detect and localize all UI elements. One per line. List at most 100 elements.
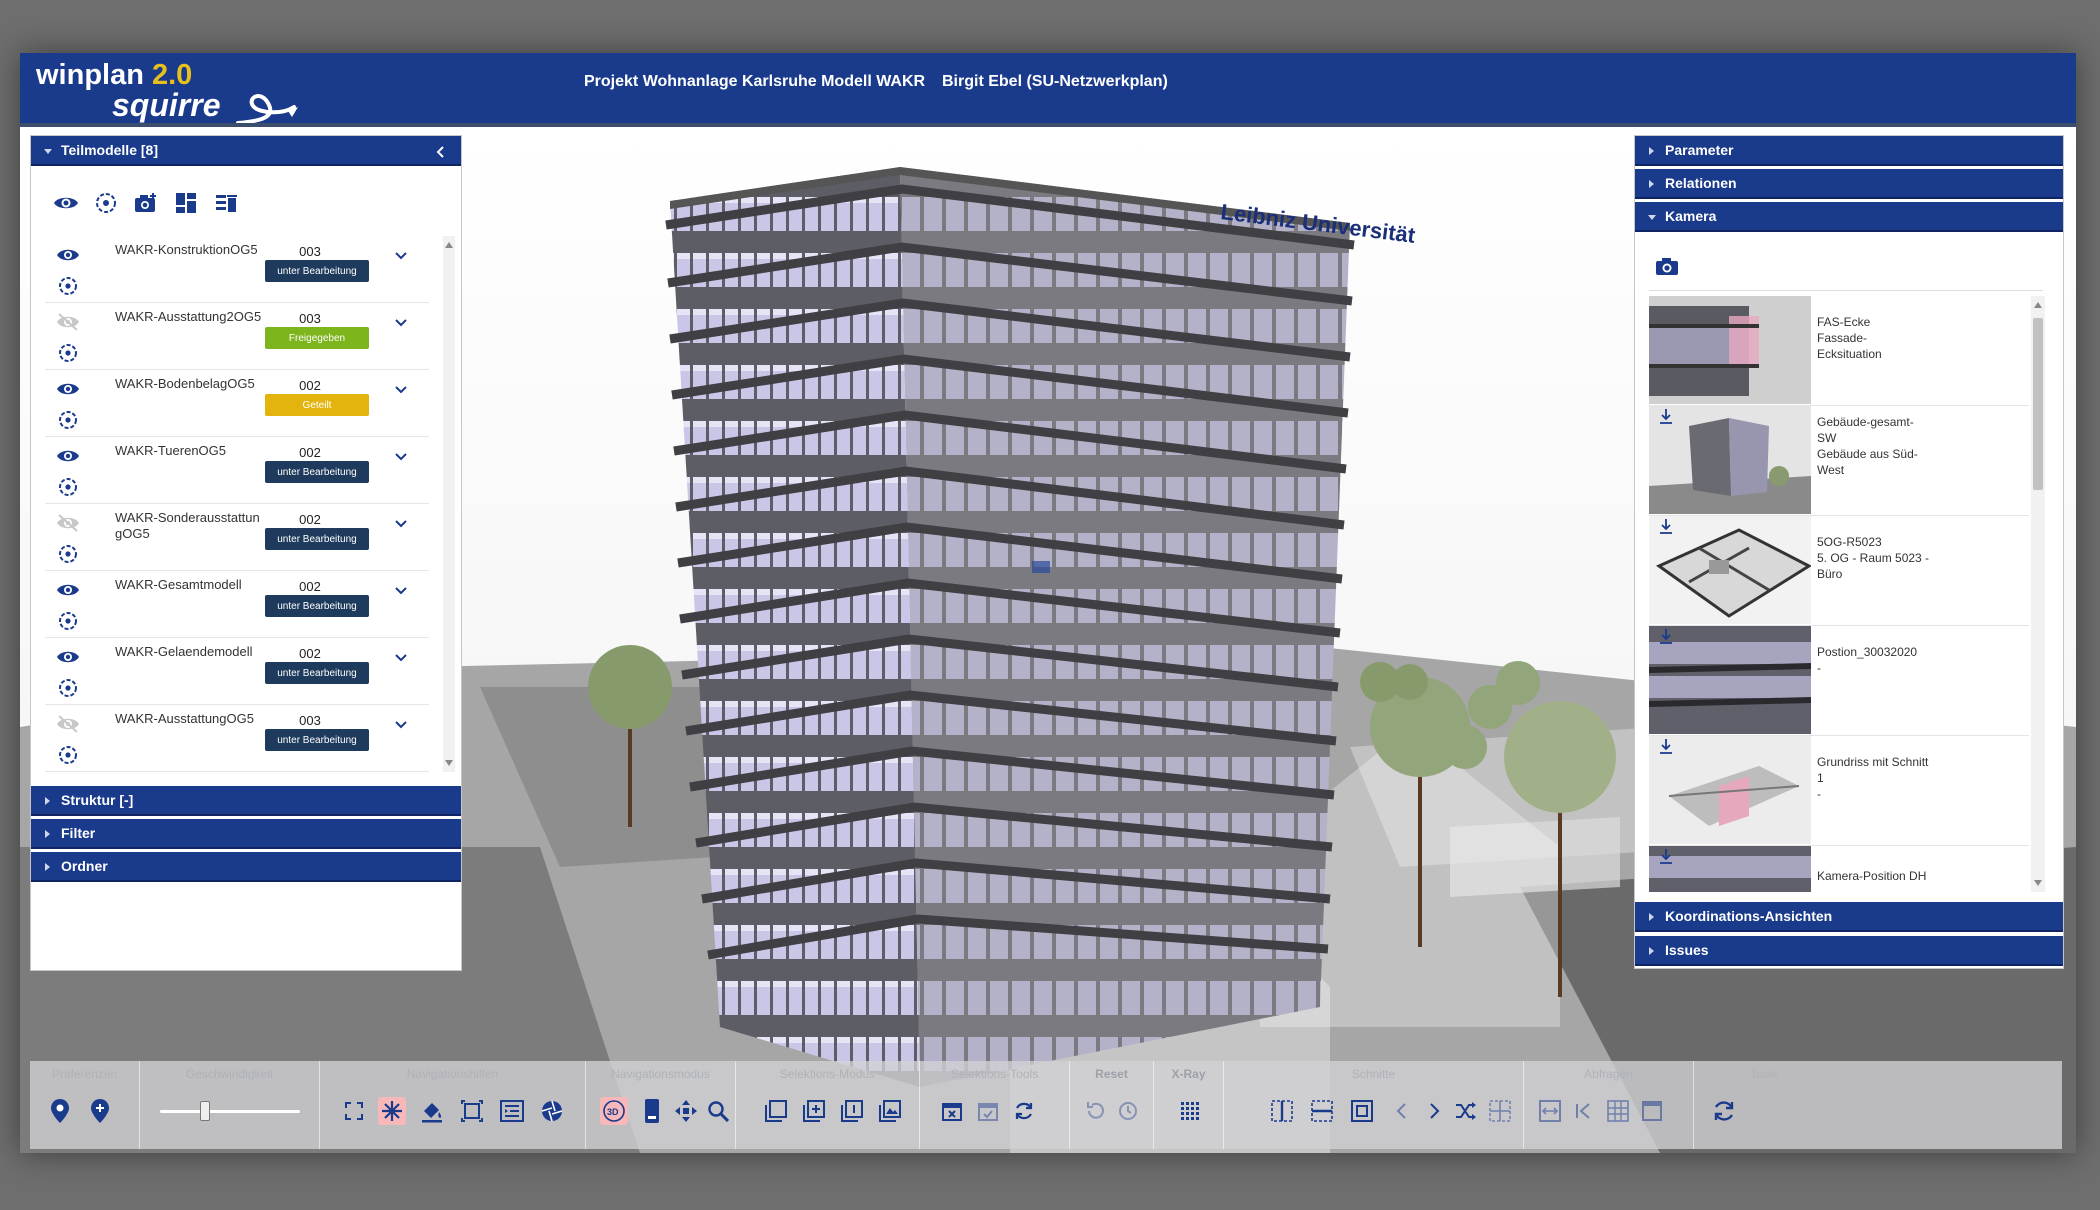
scroll-down-arrow[interactable]: [445, 760, 453, 766]
orbit-3d-icon[interactable]: 3D: [600, 1097, 628, 1125]
target-icon[interactable]: [53, 542, 83, 566]
chevron-down-icon[interactable]: [393, 449, 409, 465]
indent-list-icon[interactable]: [498, 1097, 526, 1125]
camera-thumbnail[interactable]: [1649, 846, 1811, 892]
model-row[interactable]: WAKR-Gelaendemodell 002 unter Bearbeitun…: [45, 638, 429, 705]
camera-position-item[interactable]: Kamera-Position DH: [1649, 846, 2029, 892]
shuffle-icon[interactable]: [1452, 1097, 1480, 1125]
target-icon[interactable]: [53, 408, 83, 432]
layout-icon[interactable]: [171, 188, 201, 218]
speed-slider-track[interactable]: [160, 1110, 300, 1113]
focus-frame-icon[interactable]: [458, 1097, 486, 1125]
download-icon[interactable]: [1659, 408, 1673, 424]
show-all-eye-icon[interactable]: [51, 188, 81, 218]
model-row[interactable]: WAKR-BodenbelagOG5 002 Geteilt: [45, 370, 429, 437]
reset-rotation-icon[interactable]: [1082, 1097, 1110, 1125]
camera-position-item[interactable]: Gebäude-gesamt- SW Gebäude aus Süd- West: [1649, 406, 2029, 516]
section-filter[interactable]: Filter: [31, 819, 461, 849]
teilmodelle-scrollbar[interactable]: [443, 236, 455, 772]
select-image-icon[interactable]: [876, 1097, 904, 1125]
chevron-right-icon[interactable]: [1420, 1097, 1448, 1125]
target-icon[interactable]: [53, 676, 83, 700]
measure-grid-icon[interactable]: [1604, 1097, 1632, 1125]
measure-frame-icon[interactable]: [1638, 1097, 1666, 1125]
refresh-icon[interactable]: [1010, 1097, 1038, 1125]
download-icon[interactable]: [1659, 738, 1673, 754]
model-row[interactable]: WAKR-TuerenOG5 002 unter Bearbeitung: [45, 437, 429, 504]
camera-positions-list[interactable]: FAS-Ecke Fassade- Ecksituation Gebäude-g…: [1649, 296, 2039, 892]
target-icon[interactable]: [53, 743, 83, 767]
calendar-check-icon[interactable]: [974, 1097, 1002, 1125]
map-pin-icon[interactable]: [46, 1097, 74, 1125]
download-icon[interactable]: [1659, 518, 1673, 534]
eye-icon[interactable]: [53, 445, 83, 467]
chevron-down-icon[interactable]: [393, 248, 409, 264]
speed-slider-thumb[interactable]: [200, 1101, 210, 1121]
model-row[interactable]: WAKR-AusstattungOG5 003 unter Bearbeitun…: [45, 705, 429, 772]
pan-arrows-icon[interactable]: [672, 1097, 700, 1125]
chevron-down-icon[interactable]: [393, 516, 409, 532]
scroll-thumb[interactable]: [2033, 318, 2043, 490]
camera-position-item[interactable]: Postion_30032020 -: [1649, 626, 2029, 736]
section-struktur[interactable]: Struktur [-]: [31, 786, 461, 816]
walk-device-icon[interactable]: [638, 1097, 666, 1125]
chevron-left-icon[interactable]: [435, 146, 445, 158]
teilmodelle-list[interactable]: WAKR-KonstruktionOG5 003 unter Bearbeitu…: [45, 236, 443, 772]
model-row[interactable]: WAKR-Ausstattung2OG5 003 Freigegeben: [45, 303, 429, 370]
zoom-search-icon[interactable]: [704, 1097, 732, 1125]
camera-thumbnail[interactable]: [1649, 626, 1811, 734]
measure-area-icon[interactable]: [1536, 1097, 1564, 1125]
section-parameter[interactable]: Parameter: [1635, 136, 2063, 166]
eye-hidden-icon[interactable]: [53, 512, 83, 534]
camera-thumbnail[interactable]: [1649, 736, 1811, 844]
chevron-down-icon[interactable]: [393, 583, 409, 599]
target-icon[interactable]: [53, 341, 83, 365]
camera-thumbnail[interactable]: [1649, 296, 1811, 404]
section-box-icon[interactable]: [1348, 1097, 1376, 1125]
target-icon[interactable]: [53, 475, 83, 499]
teilmodelle-header[interactable]: Teilmodelle [8]: [31, 136, 461, 166]
calendar-x-icon[interactable]: [938, 1097, 966, 1125]
section-kamera[interactable]: Kamera: [1635, 202, 2063, 232]
chevron-down-icon[interactable]: [393, 717, 409, 733]
eye-hidden-icon[interactable]: [53, 311, 83, 333]
eye-icon[interactable]: [53, 244, 83, 266]
camera-position-item[interactable]: FAS-Ecke Fassade- Ecksituation: [1649, 296, 2029, 406]
chevron-left-icon[interactable]: [1388, 1097, 1416, 1125]
fit-view-icon[interactable]: [340, 1097, 368, 1125]
model-row[interactable]: WAKR-SonderausstattungOG5 002 unter Bear…: [45, 504, 429, 571]
camera-position-item[interactable]: 5OG-R5023 5. OG - Raum 5023 - Büro: [1649, 516, 2029, 626]
download-icon[interactable]: [1659, 628, 1673, 644]
eye-icon[interactable]: [53, 646, 83, 668]
eye-hidden-icon[interactable]: [53, 713, 83, 735]
target-icon[interactable]: [91, 188, 121, 218]
x-ray-grid-icon[interactable]: [1176, 1097, 1204, 1125]
select-copy-icon[interactable]: [762, 1097, 790, 1125]
eye-icon[interactable]: [53, 378, 83, 400]
section-ordner[interactable]: Ordner: [31, 852, 461, 882]
aperture-icon[interactable]: [538, 1097, 566, 1125]
section-relationen[interactable]: Relationen: [1635, 169, 2063, 199]
target-icon[interactable]: [53, 274, 83, 298]
scroll-down-arrow[interactable]: [2034, 880, 2042, 886]
download-icon[interactable]: [1659, 848, 1673, 864]
target-icon[interactable]: [53, 609, 83, 633]
sync-icon[interactable]: [1710, 1097, 1738, 1125]
select-add-icon[interactable]: [800, 1097, 828, 1125]
delete-list-icon[interactable]: [211, 188, 241, 218]
chevron-down-icon[interactable]: [393, 315, 409, 331]
snowflake-icon[interactable]: [378, 1097, 406, 1125]
camera-thumbnail[interactable]: [1649, 406, 1811, 514]
winplan-logo[interactable]: winplan 2.0 squirre: [36, 59, 298, 125]
eye-icon[interactable]: [53, 579, 83, 601]
add-camera-icon[interactable]: [131, 188, 161, 218]
paint-bucket-icon[interactable]: [418, 1097, 446, 1125]
section-koordinations-ansichten[interactable]: Koordinations-Ansichten: [1635, 902, 2063, 932]
section-horizontal-icon[interactable]: [1308, 1097, 1336, 1125]
camera-position-item[interactable]: Grundriss mit Schnitt 1 -: [1649, 736, 2029, 846]
scroll-up-arrow[interactable]: [2034, 302, 2042, 308]
model-row[interactable]: WAKR-KonstruktionOG5 003 unter Bearbeitu…: [45, 236, 429, 303]
model-row[interactable]: WAKR-Gesamtmodell 002 unter Bearbeitung: [45, 571, 429, 638]
section-grid-icon[interactable]: [1486, 1097, 1514, 1125]
section-issues[interactable]: Issues: [1635, 936, 2063, 966]
